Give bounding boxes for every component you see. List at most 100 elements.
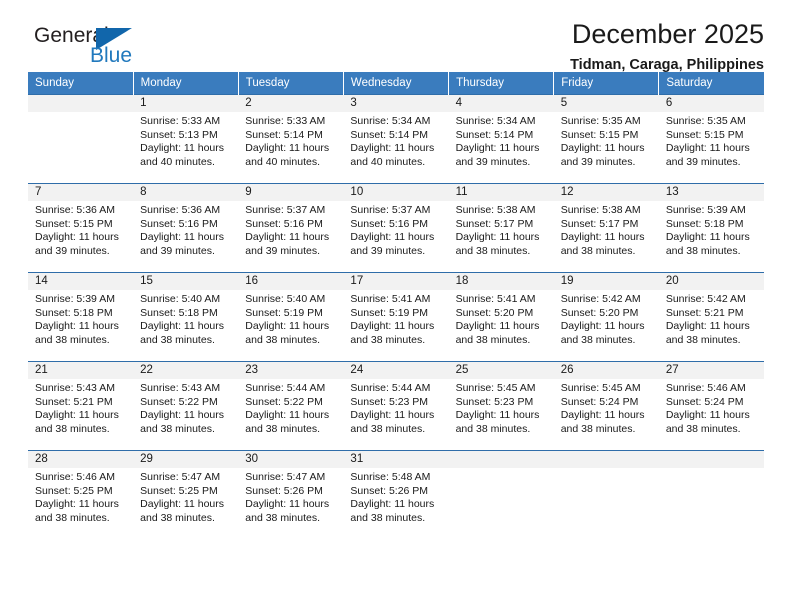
sunrise-text: Sunrise: 5:43 AM: [35, 382, 115, 394]
day-cell[interactable]: 18 Sunrise: 5:41 AM Sunset: 5:20 PM Dayl…: [448, 272, 554, 362]
day-cell[interactable]: 23 Sunrise: 5:44 AM Sunset: 5:22 PM Dayl…: [238, 361, 344, 451]
daylight-text: Daylight: 11 hours and 38 minutes.: [455, 409, 540, 435]
day-cell[interactable]: [553, 450, 659, 540]
sunset-text: Sunset: 5:18 PM: [140, 306, 218, 319]
day-cell[interactable]: 10 Sunrise: 5:37 AM Sunset: 5:16 PM Dayl…: [343, 183, 449, 273]
day-cell[interactable]: 29 Sunrise: 5:47 AM Sunset: 5:25 PM Dayl…: [133, 450, 239, 540]
day-cell[interactable]: 20 Sunrise: 5:42 AM Sunset: 5:21 PM Dayl…: [658, 272, 764, 362]
daylight-text: Daylight: 11 hours and 38 minutes.: [350, 409, 435, 435]
day-info: Sunrise: 5:40 AM Sunset: 5:18 PM Dayligh…: [133, 290, 238, 347]
day-number: 17: [343, 273, 449, 290]
day-info: Sunrise: 5:42 AM Sunset: 5:20 PM Dayligh…: [554, 290, 659, 347]
day-cell[interactable]: 2 Sunrise: 5:33 AM Sunset: 5:14 PM Dayli…: [238, 94, 344, 184]
day-cell[interactable]: 12 Sunrise: 5:38 AM Sunset: 5:17 PM Dayl…: [553, 183, 659, 273]
day-cell[interactable]: 21 Sunrise: 5:43 AM Sunset: 5:21 PM Dayl…: [28, 361, 134, 451]
day-cell[interactable]: 7 Sunrise: 5:36 AM Sunset: 5:15 PM Dayli…: [28, 183, 134, 273]
sunrise-text: Sunrise: 5:47 AM: [140, 471, 221, 483]
day-cell[interactable]: 4 Sunrise: 5:34 AM Sunset: 5:14 PM Dayli…: [448, 94, 554, 184]
day-cell[interactable]: 11 Sunrise: 5:38 AM Sunset: 5:17 PM Dayl…: [448, 183, 554, 273]
day-info: Sunrise: 5:34 AM Sunset: 5:14 PM Dayligh…: [449, 112, 554, 169]
day-cell[interactable]: 5 Sunrise: 5:35 AM Sunset: 5:15 PM Dayli…: [553, 94, 659, 184]
daylight-text: Daylight: 11 hours and 38 minutes.: [455, 320, 540, 346]
sunset-text: Sunset: 5:16 PM: [140, 217, 218, 230]
sunrise-text: Sunrise: 5:34 AM: [455, 115, 536, 127]
day-cell[interactable]: [448, 450, 554, 540]
day-cell[interactable]: 19 Sunrise: 5:42 AM Sunset: 5:20 PM Dayl…: [553, 272, 659, 362]
weekday-header-saturday: Saturday: [658, 72, 764, 95]
day-number: [553, 451, 659, 468]
day-cell[interactable]: 26 Sunrise: 5:45 AM Sunset: 5:24 PM Dayl…: [553, 361, 659, 451]
sunset-text: Sunset: 5:24 PM: [560, 395, 639, 408]
daylight-text: Daylight: 11 hours and 38 minutes.: [35, 320, 119, 346]
sunset-text: Sunset: 5:20 PM: [455, 306, 534, 319]
day-info: Sunrise: 5:44 AM Sunset: 5:23 PM Dayligh…: [343, 379, 448, 436]
calendar-page: General Blue December 2025 Tidman, Carag…: [0, 0, 792, 612]
week-row: 1 Sunrise: 5:33 AM Sunset: 5:13 PM Dayli…: [28, 94, 764, 184]
day-cell[interactable]: 16 Sunrise: 5:40 AM Sunset: 5:19 PM Dayl…: [238, 272, 344, 362]
day-cell[interactable]: 15 Sunrise: 5:40 AM Sunset: 5:18 PM Dayl…: [133, 272, 239, 362]
day-info: Sunrise: 5:45 AM Sunset: 5:24 PM Dayligh…: [554, 379, 659, 436]
sunrise-text: Sunrise: 5:41 AM: [455, 293, 536, 305]
sunrise-text: Sunrise: 5:44 AM: [245, 382, 326, 394]
day-number: 9: [238, 184, 344, 201]
day-cell[interactable]: 9 Sunrise: 5:37 AM Sunset: 5:16 PM Dayli…: [238, 183, 344, 273]
sunset-text: Sunset: 5:14 PM: [245, 128, 323, 141]
sunrise-text: Sunrise: 5:37 AM: [350, 204, 431, 216]
sunset-text: Sunset: 5:24 PM: [665, 395, 744, 408]
sunset-text: Sunset: 5:15 PM: [35, 217, 113, 230]
sunset-text: Sunset: 5:22 PM: [140, 395, 218, 408]
daylight-text: Daylight: 11 hours and 38 minutes.: [350, 320, 435, 346]
day-cell[interactable]: 27 Sunrise: 5:46 AM Sunset: 5:24 PM Dayl…: [658, 361, 764, 451]
week-row: 7 Sunrise: 5:36 AM Sunset: 5:15 PM Dayli…: [28, 183, 764, 273]
sunrise-text: Sunrise: 5:39 AM: [665, 204, 746, 216]
day-cell[interactable]: 13 Sunrise: 5:39 AM Sunset: 5:18 PM Dayl…: [658, 183, 764, 273]
day-cell[interactable]: 1 Sunrise: 5:33 AM Sunset: 5:13 PM Dayli…: [133, 94, 239, 184]
daylight-text: Daylight: 11 hours and 38 minutes.: [245, 320, 330, 346]
day-info: Sunrise: 5:37 AM Sunset: 5:16 PM Dayligh…: [238, 201, 343, 258]
sunrise-text: Sunrise: 5:33 AM: [140, 115, 221, 127]
week-row: 14 Sunrise: 5:39 AM Sunset: 5:18 PM Dayl…: [28, 272, 764, 362]
daylight-text: Daylight: 11 hours and 38 minutes.: [665, 409, 750, 435]
day-cell[interactable]: 22 Sunrise: 5:43 AM Sunset: 5:22 PM Dayl…: [133, 361, 239, 451]
weekday-header-wednesday: Wednesday: [343, 72, 450, 95]
day-cell[interactable]: [28, 94, 134, 184]
sunrise-text: Sunrise: 5:48 AM: [350, 471, 431, 483]
brand-name-blue: Blue: [90, 44, 133, 67]
daylight-text: Daylight: 11 hours and 38 minutes.: [140, 320, 224, 346]
day-cell[interactable]: [658, 450, 764, 540]
weekday-header-tuesday: Tuesday: [238, 72, 344, 95]
day-cell[interactable]: 8 Sunrise: 5:36 AM Sunset: 5:16 PM Dayli…: [133, 183, 239, 273]
sunrise-text: Sunrise: 5:35 AM: [560, 115, 641, 127]
day-number: 13: [658, 184, 764, 201]
brand-logo[interactable]: General Blue: [28, 24, 178, 72]
day-cell[interactable]: 31 Sunrise: 5:48 AM Sunset: 5:26 PM Dayl…: [343, 450, 449, 540]
day-cell[interactable]: 30 Sunrise: 5:47 AM Sunset: 5:26 PM Dayl…: [238, 450, 344, 540]
day-number: 7: [28, 184, 134, 201]
day-info: Sunrise: 5:43 AM Sunset: 5:21 PM Dayligh…: [28, 379, 133, 436]
day-cell[interactable]: 6 Sunrise: 5:35 AM Sunset: 5:15 PM Dayli…: [658, 94, 764, 184]
day-cell[interactable]: 24 Sunrise: 5:44 AM Sunset: 5:23 PM Dayl…: [343, 361, 449, 451]
sunrise-text: Sunrise: 5:36 AM: [35, 204, 115, 216]
sunrise-text: Sunrise: 5:36 AM: [140, 204, 221, 216]
daylight-text: Daylight: 11 hours and 40 minutes.: [140, 142, 224, 168]
day-cell[interactable]: 3 Sunrise: 5:34 AM Sunset: 5:14 PM Dayli…: [343, 94, 449, 184]
week-row: 21 Sunrise: 5:43 AM Sunset: 5:21 PM Dayl…: [28, 361, 764, 451]
sunset-text: Sunset: 5:26 PM: [350, 484, 429, 497]
day-info: [28, 112, 133, 115]
day-number: 29: [133, 451, 239, 468]
day-number: 18: [448, 273, 554, 290]
sunrise-text: Sunrise: 5:39 AM: [35, 293, 115, 305]
day-cell[interactable]: 17 Sunrise: 5:41 AM Sunset: 5:19 PM Dayl…: [343, 272, 449, 362]
sunset-text: Sunset: 5:20 PM: [560, 306, 639, 319]
sunset-text: Sunset: 5:21 PM: [665, 306, 744, 319]
daylight-text: Daylight: 11 hours and 38 minutes.: [245, 409, 330, 435]
day-number: 30: [238, 451, 344, 468]
sunset-text: Sunset: 5:22 PM: [245, 395, 323, 408]
day-cell[interactable]: 28 Sunrise: 5:46 AM Sunset: 5:25 PM Dayl…: [28, 450, 134, 540]
day-info: Sunrise: 5:35 AM Sunset: 5:15 PM Dayligh…: [554, 112, 659, 169]
day-cell[interactable]: 14 Sunrise: 5:39 AM Sunset: 5:18 PM Dayl…: [28, 272, 134, 362]
day-number: 8: [133, 184, 239, 201]
day-info: Sunrise: 5:33 AM Sunset: 5:13 PM Dayligh…: [133, 112, 238, 169]
weekday-header-thursday: Thursday: [448, 72, 555, 95]
day-cell[interactable]: 25 Sunrise: 5:45 AM Sunset: 5:23 PM Dayl…: [448, 361, 554, 451]
